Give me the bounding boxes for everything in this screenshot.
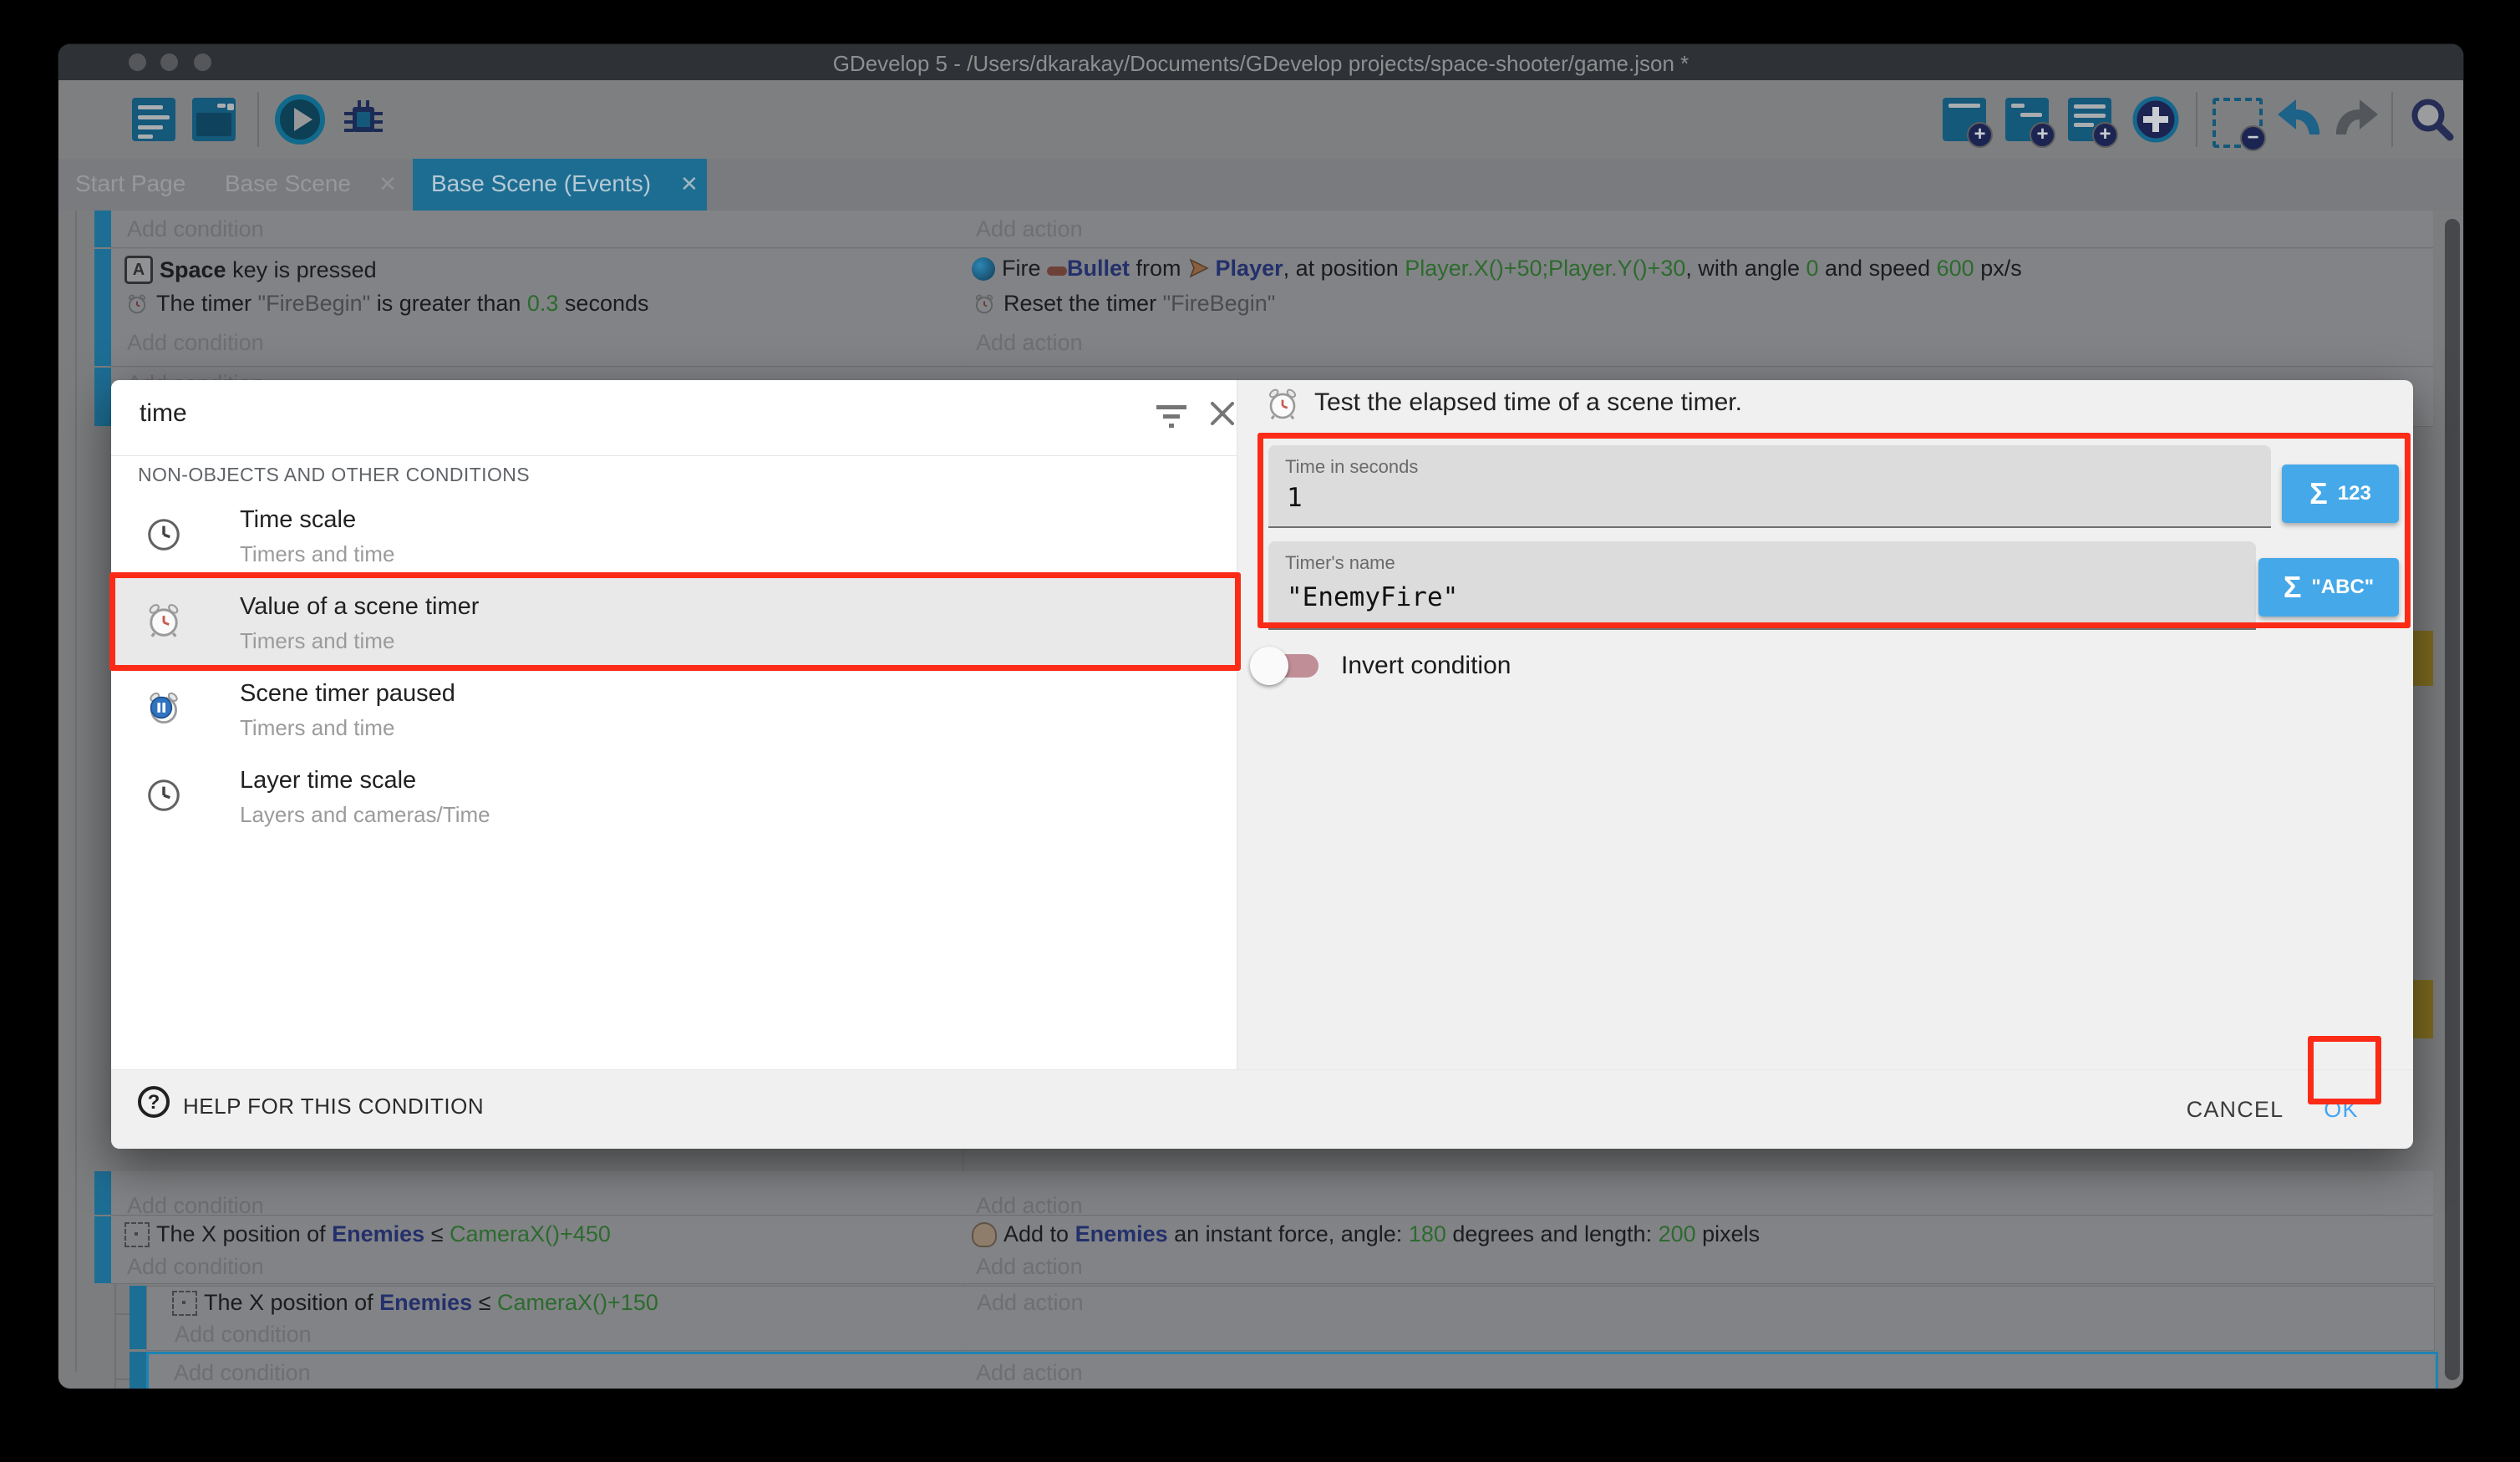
player-object-icon xyxy=(1187,257,1209,279)
add-condition-button[interactable]: Add condition xyxy=(174,1360,311,1386)
force-hand-icon xyxy=(972,1222,997,1247)
list-item-scene-timer-paused[interactable]: Scene timer paused Timers and time xyxy=(111,665,1237,752)
vertical-scrollbar[interactable] xyxy=(2445,219,2460,1380)
cancel-button[interactable]: CANCEL xyxy=(2168,1089,2302,1130)
condition-list-panel: NON-OBJECTS AND OTHER CONDITIONS Time sc… xyxy=(111,380,1237,1069)
condition-enemies-x-450[interactable]: The X position of Enemies ≤ CameraX()+45… xyxy=(124,1221,611,1247)
event-row: Add condition Add action xyxy=(111,1171,2433,1216)
event-indicator-bar[interactable] xyxy=(94,211,111,247)
toolbar-divider xyxy=(257,92,259,147)
section-header: NON-OBJECTS AND OTHER CONDITIONS xyxy=(138,464,530,486)
event-indicator-bar[interactable] xyxy=(94,1171,111,1215)
subevent-row-selected[interactable]: Add condition Add action xyxy=(146,1352,2438,1388)
close-tab-icon[interactable]: ✕ xyxy=(379,171,397,197)
preview-play-icon[interactable] xyxy=(274,94,326,145)
redo-icon[interactable] xyxy=(2333,98,2383,141)
titlebar: GDevelop 5 - /Users/dkarakay/Documents/G… xyxy=(58,44,2463,80)
annotation-rect-ok-button xyxy=(2308,1036,2381,1104)
invert-condition-label: Invert condition xyxy=(1341,652,1511,680)
search-icon[interactable] xyxy=(2408,95,2456,144)
event-indicator-bar[interactable] xyxy=(130,1286,146,1349)
tab-base-scene-events[interactable]: Base Scene (Events) ✕ xyxy=(413,159,707,211)
timer-icon xyxy=(972,292,997,317)
list-item-time-scale[interactable]: Time scale Timers and time xyxy=(111,491,1237,578)
x-position-icon xyxy=(172,1291,197,1316)
add-condition-button[interactable]: Add condition xyxy=(127,1254,264,1280)
add-action-button[interactable]: Add action xyxy=(976,1254,1083,1280)
timer-icon xyxy=(124,292,150,317)
annotation-rect-parameter-fields xyxy=(1257,433,2411,628)
toolbar-divider xyxy=(2196,92,2197,147)
add-condition-button[interactable]: Add condition xyxy=(127,1193,264,1219)
x-position-icon xyxy=(124,1222,150,1247)
condition-timer-firebegin[interactable]: The timer "FireBegin" is greater than 0.… xyxy=(124,291,649,317)
event-row: A Space key is pressed The timer "FireBe… xyxy=(111,249,2433,367)
fire-bullet-icon xyxy=(972,257,995,281)
tab-bar: Start Page Base Scene ✕ Base Scene (Even… xyxy=(58,159,2463,211)
search-bar xyxy=(111,380,1237,456)
action-add-force[interactable]: Add to Enemies an instant force, angle: … xyxy=(972,1221,1760,1247)
event-indicator-bar[interactable] xyxy=(94,249,111,366)
subevent-tree-tick xyxy=(114,1313,130,1315)
alarm-clock-icon xyxy=(1263,385,1302,424)
timer-paused-icon xyxy=(144,688,184,728)
add-condition-button[interactable]: Add condition xyxy=(175,1322,312,1348)
clock-icon xyxy=(145,515,183,554)
keyboard-key-icon: A xyxy=(124,256,153,284)
subevent-tree-tick xyxy=(114,1378,130,1380)
tab-start-page[interactable]: Start Page xyxy=(75,159,226,211)
toolbar: + + + − xyxy=(58,80,2463,159)
filter-icon[interactable] xyxy=(1153,400,1190,434)
toolbar-divider xyxy=(2391,92,2393,147)
scene-preview-window-icon[interactable] xyxy=(192,98,236,141)
bullet-object-icon xyxy=(1047,267,1067,276)
close-icon[interactable] xyxy=(1207,398,1237,429)
help-button[interactable]: HELP FOR THIS CONDITION xyxy=(183,1094,484,1119)
close-tab-icon[interactable]: ✕ xyxy=(680,171,699,197)
event-indicator-bar[interactable] xyxy=(94,1216,111,1283)
add-action-button[interactable]: Add action xyxy=(977,1290,1084,1316)
add-comment-icon[interactable]: + xyxy=(2068,98,2111,141)
add-condition-button[interactable]: Add condition xyxy=(127,216,264,242)
add-subevent-icon[interactable]: + xyxy=(2005,98,2049,141)
dialog-footer: ? HELP FOR THIS CONDITION CANCEL OK xyxy=(111,1069,2413,1150)
event-indicator-bar[interactable] xyxy=(130,1352,146,1388)
condition-enemies-x-150[interactable]: The X position of Enemies ≤ CameraX()+15… xyxy=(172,1290,658,1316)
add-action-button[interactable]: Add action xyxy=(976,216,1083,242)
help-icon[interactable]: ? xyxy=(136,1084,171,1119)
project-manager-icon[interactable] xyxy=(132,98,175,141)
add-condition-button[interactable]: Add condition xyxy=(127,330,264,356)
add-event-circle-icon[interactable] xyxy=(2132,96,2179,143)
add-action-button[interactable]: Add action xyxy=(976,1360,1083,1386)
undo-icon[interactable] xyxy=(2273,98,2323,141)
delete-event-icon[interactable]: − xyxy=(2213,98,2263,148)
add-action-button[interactable]: Add action xyxy=(976,330,1083,356)
action-fire-bullet[interactable]: Fire Bullet from Player, at position Pla… xyxy=(972,256,2022,282)
event-row: The X position of Enemies ≤ CameraX()+45… xyxy=(111,1216,2433,1284)
invert-condition-toggle-thumb[interactable] xyxy=(1250,647,1288,685)
tab-base-scene[interactable]: Base Scene ✕ xyxy=(225,159,413,211)
subevent-tree-guide xyxy=(114,1283,116,1388)
event-indicator-bar[interactable] xyxy=(94,368,111,426)
svg-text:?: ? xyxy=(148,1091,160,1114)
clock-icon xyxy=(145,776,183,815)
add-object-icon[interactable]: + xyxy=(1943,98,1986,141)
window-title: GDevelop 5 - /Users/dkarakay/Documents/G… xyxy=(58,51,2463,77)
list-item-layer-time-scale[interactable]: Layer time scale Layers and cameras/Time xyxy=(111,752,1237,839)
condition-space-key[interactable]: A Space key is pressed xyxy=(124,256,377,284)
search-input[interactable] xyxy=(138,398,1060,429)
event-tree-guide xyxy=(75,211,77,1372)
debugger-icon[interactable] xyxy=(339,95,388,144)
add-action-button[interactable]: Add action xyxy=(976,1193,1083,1219)
subevent-row: The X position of Enemies ≤ CameraX()+15… xyxy=(146,1286,2435,1351)
action-reset-timer[interactable]: Reset the timer "FireBegin" xyxy=(972,291,1275,317)
annotation-rect-selected-condition xyxy=(109,572,1241,671)
panel-title: Test the elapsed time of a scene timer. xyxy=(1314,388,1742,417)
event-row: Add condition Add action xyxy=(111,211,2433,248)
